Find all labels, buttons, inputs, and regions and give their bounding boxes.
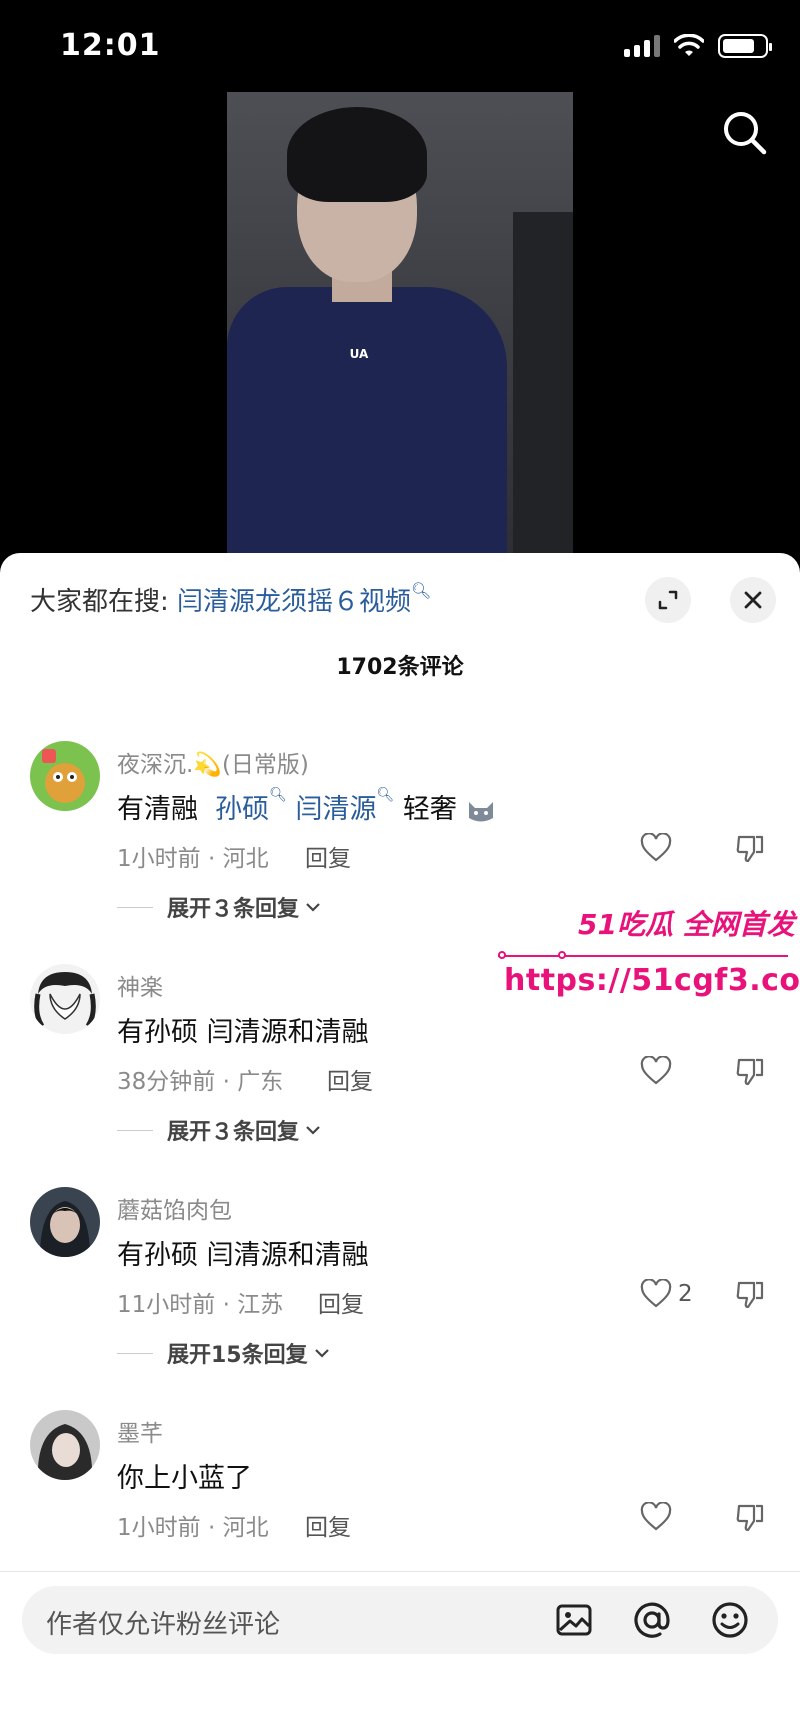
expand-replies-label: 展开３条回复 [167,897,300,922]
comment-author[interactable]: 夜深沉.💫(日常版) [117,745,309,779]
comment-text: 有清融 孙硕🔍︎ 闫清源🔍︎ 轻奢 [117,787,496,826]
watermark-url: https://51cgf3.com [504,963,800,998]
comment-meta: 11小时前 · 江苏 [117,1292,284,1318]
avatar[interactable] [30,1187,100,1257]
comment-link[interactable]: 闫清源 [296,794,377,825]
at-icon[interactable] [632,1600,672,1640]
comment-input-placeholder: 作者仅允许粉丝评论 [46,1610,281,1640]
video-frame[interactable]: UA [227,92,573,554]
close-icon [744,591,762,609]
expand-replies[interactable]: 展开３条回复 [117,891,321,923]
heart-icon [640,1279,672,1308]
watermark-dot [498,951,506,959]
chevron-down-icon [314,1349,329,1358]
reply-button[interactable]: 回复 [327,1062,373,1096]
heart-icon [640,1502,672,1531]
comment-author[interactable]: 神楽 [117,968,163,1002]
chevron-down-icon [306,903,320,912]
shirt-logo: UA [349,347,369,361]
expand-replies-label: 展开15条回复 [167,1343,308,1368]
wifi-icon [674,34,704,56]
video-player[interactable]: UA [0,92,800,554]
dislike-icon[interactable] [734,1279,766,1311]
reply-button[interactable]: 回复 [305,1508,351,1542]
like-count: 2 [678,1281,693,1307]
avatar[interactable] [30,964,100,1034]
chevron-down-icon [306,1126,320,1135]
comment-meta: 1小时前 · 河北 [117,846,269,872]
search-small-icon: 🔍︎ [376,787,395,803]
avatar[interactable] [30,741,100,811]
expand-replies[interactable]: 展开15条回复 [117,1337,330,1369]
comment-text-tail: 轻奢 [402,794,457,825]
expand-replies[interactable]: 展开３条回复 [117,1114,321,1146]
search-icon[interactable] [720,108,770,158]
video-person-hair [287,107,427,202]
comment-count: 1702条评论 [336,655,464,680]
heart-icon [640,833,672,862]
battery-icon [718,34,772,58]
emoji-icon[interactable] [710,1600,750,1640]
comment-text: 有孙硕 闫清源和清融 [117,1240,369,1271]
avatar[interactable] [30,1410,100,1480]
search-small-icon: 🔍︎ [269,787,287,803]
comment-text: 你上小蓝了 [117,1463,252,1494]
heart-icon [640,1056,672,1085]
search-suggestion-prefix: 大家都在搜: [30,587,169,617]
signal-icon [624,35,660,57]
status-icons [624,34,772,58]
comment-meta: 38分钟前 · 广东 [117,1069,284,1095]
like-button[interactable] [640,1502,678,1532]
like-button[interactable] [640,833,678,863]
search-small-icon: 🔍︎ [411,581,432,600]
image-icon[interactable] [554,1600,594,1640]
like-button[interactable]: 2 [640,1279,693,1309]
search-suggestion-link[interactable]: 闫清源龙须摇６视频 [177,587,411,617]
comment-meta: 1小时前 · 河北 [117,1515,269,1541]
video-background [513,212,573,554]
comment-text-plain: 有清融 [117,794,198,825]
comment-sheet: 大家都在搜: 闫清源龙须摇６视频🔍︎ 1702条评论 夜深沉.💫(日常版) 有清… [0,553,800,1731]
reply-button[interactable]: 回复 [318,1285,364,1319]
search-suggestion[interactable]: 大家都在搜: 闫清源龙须摇６视频🔍︎ [30,581,431,618]
expand-replies-label: 展开３条回复 [167,1120,300,1145]
divider [0,1571,800,1572]
watermark-dot [558,951,566,959]
comment-input[interactable]: 作者仅允许粉丝评论 [22,1586,778,1654]
status-time: 12:01 [60,28,161,63]
comment-author[interactable]: 墨芊 [117,1414,163,1448]
watermark: 51吃瓜 全网首发 https://51cgf3.com [498,903,800,1013]
reply-button[interactable]: 回复 [305,839,351,873]
expand-button[interactable] [645,577,691,623]
comment-link[interactable]: 孙硕 [215,794,269,825]
status-bar: 12:01 [0,0,800,92]
like-button[interactable] [640,1056,678,1086]
video-person-shirt: UA [227,287,507,554]
watermark-title: 51吃瓜 全网首发 [578,908,795,941]
cat-emoji-icon [468,801,493,821]
comment-text: 有孙硕 闫清源和清融 [117,1017,369,1048]
dislike-icon[interactable] [734,1056,766,1088]
watermark-line [498,955,788,957]
dislike-icon[interactable] [734,833,766,865]
dislike-icon[interactable] [734,1502,766,1534]
close-button[interactable] [730,577,776,623]
comment-author[interactable]: 蘑菇馅肉包 [117,1191,232,1225]
expand-icon [658,590,678,610]
